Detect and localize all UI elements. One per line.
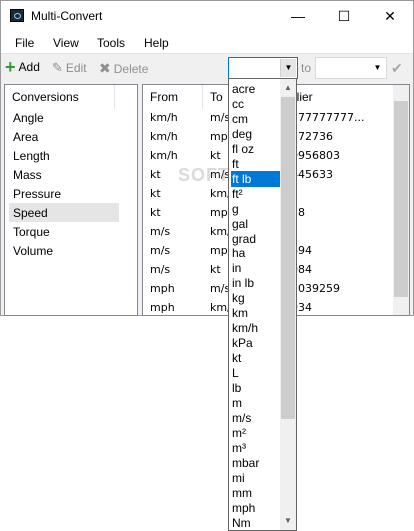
menu-help[interactable]: Help <box>144 36 169 50</box>
column-multiplier[interactable]: plier <box>283 85 395 109</box>
scroll-up-icon[interactable]: ▲ <box>280 80 296 96</box>
delete-button[interactable]: ✖ Delete <box>99 60 148 77</box>
conversion-item[interactable]: Length <box>13 149 50 163</box>
unit-option[interactable]: mi <box>231 470 282 486</box>
window-title: Multi-Convert <box>31 9 103 23</box>
cell-from: mph <box>150 301 175 314</box>
unit-option[interactable]: Nm <box>231 515 282 530</box>
cell-from: m/s <box>150 225 171 238</box>
conversion-item[interactable]: Area <box>13 130 38 144</box>
cell-from: mph <box>150 282 175 295</box>
to-label: to <box>301 61 312 75</box>
unit-option[interactable]: L <box>231 365 282 381</box>
unit-option[interactable]: lb <box>231 380 282 396</box>
pencil-icon: ✎ <box>52 60 63 75</box>
chevron-down-icon[interactable]: ▼ <box>370 59 385 77</box>
column-from[interactable]: From <box>143 85 203 109</box>
conversion-item[interactable]: Angle <box>13 111 44 125</box>
add-button[interactable]: + Add <box>5 57 40 77</box>
cell-mult: 445633 <box>291 168 333 181</box>
unit-option[interactable]: m³ <box>231 440 282 456</box>
cell-from: kt <box>150 168 161 181</box>
unit-option[interactable]: m/s <box>231 410 282 426</box>
unit-option[interactable]: kPa <box>231 335 282 351</box>
cell-from: km/h <box>150 149 178 162</box>
cell-mult: 7039259 <box>291 282 340 295</box>
from-unit-combo[interactable]: ▼ <box>228 57 298 79</box>
menu-view[interactable]: View <box>53 36 79 50</box>
cell-from: m/s <box>150 263 171 276</box>
menu-file[interactable]: File <box>15 36 34 50</box>
add-label: Add <box>18 60 40 74</box>
dropdown-scrollbar[interactable]: ▲ ▼ <box>280 79 296 530</box>
cell-mult: 777777777... <box>291 111 365 124</box>
unit-option[interactable]: km <box>231 305 282 321</box>
menu-tools[interactable]: Tools <box>97 36 125 50</box>
cell-mult: 372736 <box>291 130 333 143</box>
unit-option[interactable]: mm <box>231 485 282 501</box>
minimize-button[interactable]: — <box>275 1 321 31</box>
unit-dropdown-list: acre cc cm deg fl oz ft ft lb ft² g gal grad ha in in… <box>228 78 297 531</box>
conversion-item[interactable]: Pressure <box>13 187 61 201</box>
unit-option[interactable]: deg <box>231 126 282 142</box>
plus-icon: + <box>5 57 16 77</box>
cell-from: km/h <box>150 130 178 143</box>
chevron-down-icon[interactable]: ▼ <box>280 59 296 77</box>
unit-option[interactable]: m² <box>231 425 282 441</box>
unit-option[interactable]: km/h <box>231 320 282 336</box>
unit-option[interactable]: in lb <box>231 275 282 291</box>
confirm-check-icon[interactable]: ✔ <box>391 60 403 77</box>
cell-from: m/s <box>150 244 171 257</box>
cell-to: kt <box>210 263 221 276</box>
unit-option[interactable]: grad <box>231 231 282 247</box>
maximize-button[interactable]: ☐ <box>321 1 367 31</box>
unit-option[interactable]: cc <box>231 96 282 112</box>
dropdown-scroll-thumb[interactable] <box>281 97 295 419</box>
delete-label: Delete <box>113 61 149 76</box>
app-icon <box>10 9 24 22</box>
toolbar: + Add ✎ Edit ✖ Delete ▼ to ▼ ✔ <box>1 53 413 82</box>
unit-option[interactable]: m <box>231 395 282 411</box>
unit-option[interactable]: mph <box>231 500 282 516</box>
conversions-header[interactable]: Conversions <box>5 85 115 109</box>
conversion-item[interactable]: Torque <box>13 225 50 239</box>
unit-option[interactable]: ft lb <box>231 170 282 187</box>
unit-option[interactable]: cm <box>231 111 282 127</box>
cell-mult: 9956803 <box>291 149 340 162</box>
table-scroll-thumb[interactable] <box>394 101 408 297</box>
unit-option[interactable]: ha <box>231 245 282 261</box>
unit-option[interactable]: g <box>231 201 282 217</box>
conversion-item[interactable]: Speed <box>13 206 48 220</box>
unit-option[interactable]: gal <box>231 216 282 232</box>
cell-from: kt <box>150 206 161 219</box>
unit-option[interactable]: kt <box>231 350 282 366</box>
unit-option[interactable]: ft² <box>231 186 282 202</box>
unit-option[interactable]: acre <box>231 81 282 97</box>
maximize-icon: ☐ <box>337 8 351 24</box>
unit-option[interactable]: kg <box>231 290 282 306</box>
table-scrollbar[interactable] <box>393 85 409 315</box>
edit-label: Edit <box>65 61 87 75</box>
conversion-item[interactable]: Mass <box>13 168 42 182</box>
unit-option[interactable]: in <box>231 260 282 276</box>
cell-to: kt <box>210 149 221 162</box>
to-unit-combo[interactable]: ▼ <box>315 57 387 79</box>
title-bar[interactable]: Multi-Convert — ☐ ✕ <box>1 1 413 31</box>
unit-option[interactable]: fl oz <box>231 141 282 157</box>
unit-option[interactable]: ft <box>231 156 282 172</box>
close-button[interactable]: ✕ <box>367 1 413 31</box>
edit-button[interactable]: ✎ Edit <box>52 60 87 76</box>
close-icon: ✕ <box>384 8 396 24</box>
conversion-item[interactable]: Volume <box>13 244 53 258</box>
delete-icon: ✖ <box>99 60 111 76</box>
unit-option[interactable]: mbar <box>231 455 282 471</box>
cell-from: kt <box>150 187 161 200</box>
scroll-down-icon[interactable]: ▼ <box>280 513 296 529</box>
minimize-icon: — <box>291 8 305 24</box>
menu-bar: File View Tools Help <box>1 31 413 53</box>
conversions-panel: Conversions Angle Area Length Mass Pressure S… <box>4 84 138 316</box>
cell-from: km/h <box>150 111 178 124</box>
